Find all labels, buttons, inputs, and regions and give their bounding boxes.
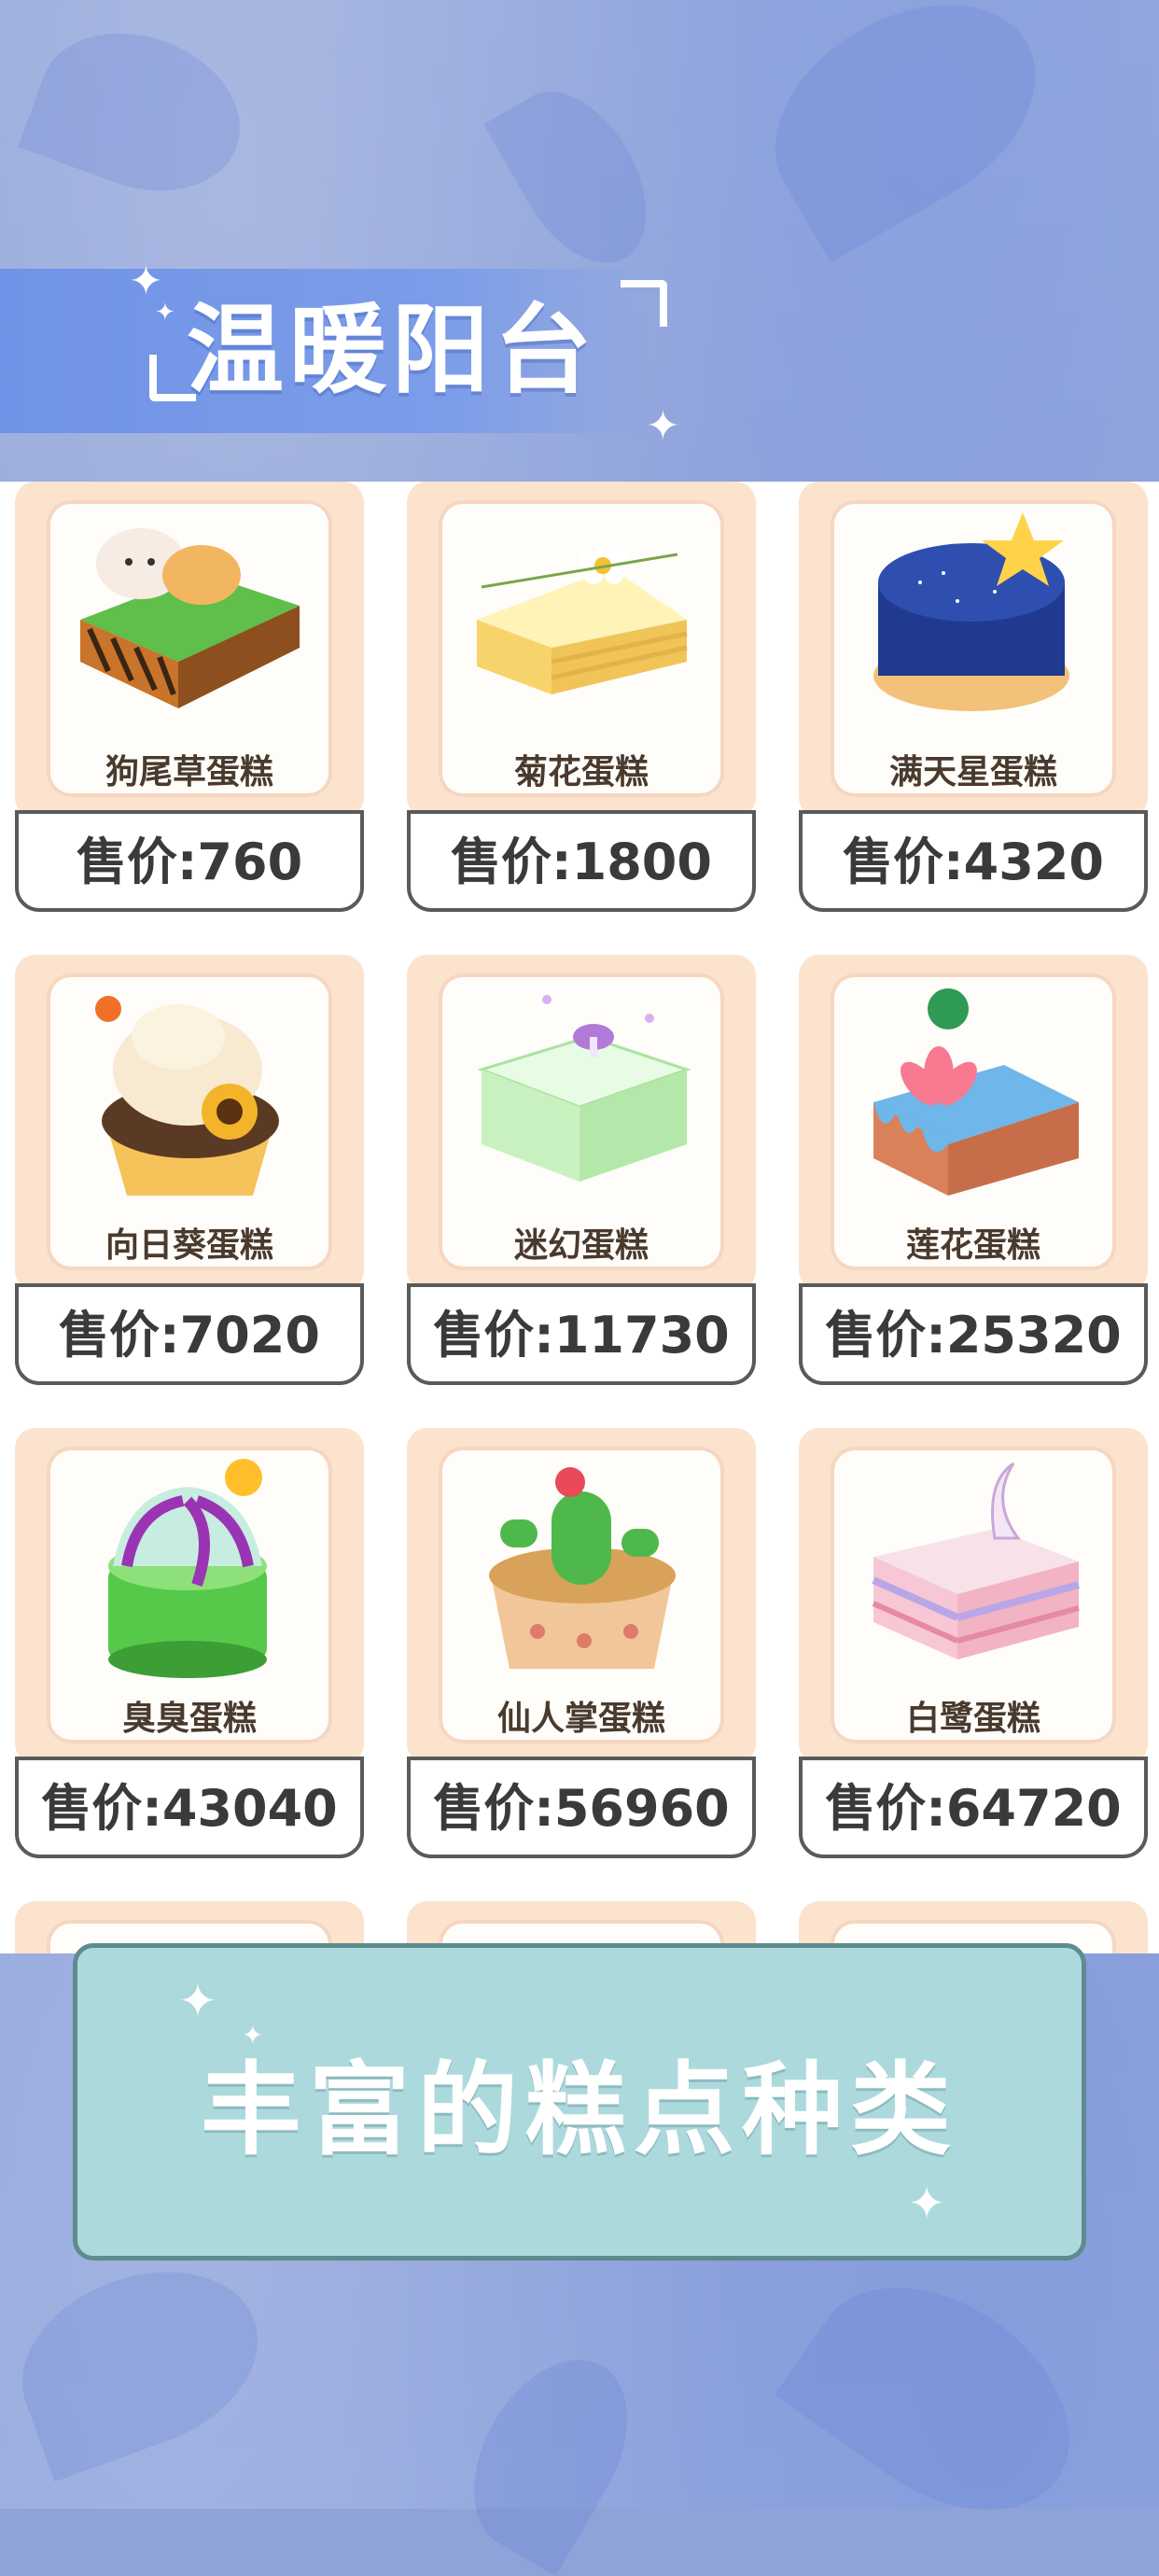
cake-card[interactable]: 臭臭蛋糕 售价:43040 [15,1428,364,1866]
lotus-cake-icon [855,981,1092,1214]
cake-card[interactable]: 菊花蛋糕 售价:1800 [407,482,756,919]
cake-name: 向日葵蛋糕 [105,1226,273,1265]
cake-name: 仙人掌蛋糕 [496,1700,665,1738]
cake-card[interactable]: 仙人掌蛋糕 售价:56960 [407,1428,756,1866]
jelly-cake-icon [463,981,700,1214]
cake-card[interactable]: 向日葵蛋糕 售价:7020 [15,955,364,1393]
cake-card[interactable]: 迷幻蛋糕 售价:11730 [407,955,756,1393]
slogan-text: 丰富的糕点种类 [200,2052,958,2169]
sparkle-icon: ✦ [155,299,175,327]
slogan-panel: ✦ ✦ ✦ 丰富的糕点种类 [73,1943,1086,2261]
corner-bracket [621,280,667,327]
cake-price: 售价:11730 [407,1283,756,1385]
hamster-cake-icon [71,508,308,741]
cake-price: 售价:7020 [15,1283,364,1385]
sparkle-icon: ✦ [646,402,680,450]
cake-name: 莲花蛋糕 [905,1226,1040,1265]
page-title: 温暖阳台 [187,293,598,407]
cake-price: 售价:43040 [15,1757,364,1858]
cake-name: 迷幻蛋糕 [513,1226,649,1265]
cake-grid-panel[interactable]: 狗尾草蛋糕 售价:760 菊花蛋糕 售价:1800 满天星蛋糕 售价:4320 [0,482,1159,1953]
cake-name: 菊花蛋糕 [513,753,649,791]
cake-name: 白鹭蛋糕 [905,1700,1040,1738]
sparkle-icon: ✦ [129,258,163,305]
cake-card[interactable]: 满天星蛋糕 售价:4320 [799,482,1148,919]
cake-price: 售价:4320 [799,810,1148,912]
cake-price: 售价:760 [15,810,364,912]
cake-name: 臭臭蛋糕 [121,1700,257,1738]
cake-name: 狗尾草蛋糕 [105,753,273,791]
cake-price: 售价:1800 [407,810,756,912]
starry-cake-icon [855,508,1092,741]
cake-card[interactable]: 白鹭蛋糕 售价:64720 [799,1428,1148,1866]
cactus-cupcake-icon [463,1454,700,1687]
cake-price: 售价:64720 [799,1757,1148,1858]
cake-name: 满天星蛋糕 [888,753,1057,791]
cake-price: 售价:25320 [799,1283,1148,1385]
chrysanthemum-cake-icon [463,508,700,741]
purple-green-cake-icon [71,1454,308,1687]
egret-layer-cake-icon [855,1454,1092,1687]
cake-card[interactable]: 狗尾草蛋糕 售价:760 [15,482,364,919]
cake-price: 售价:56960 [407,1757,756,1858]
cake-card[interactable]: 莲花蛋糕 售价:25320 [799,955,1148,1393]
sunflower-cupcake-icon [71,981,308,1214]
